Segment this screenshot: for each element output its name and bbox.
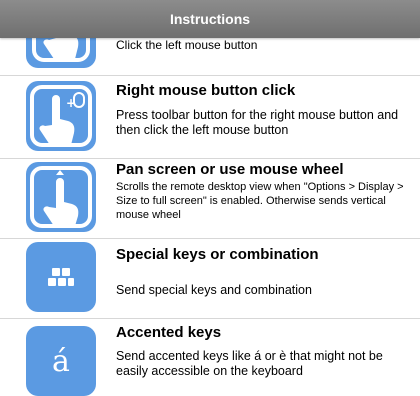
title-bar: Instructions xyxy=(0,0,420,38)
item-description: Send special keys and combination xyxy=(116,283,312,297)
accented-keys-icon: á xyxy=(26,326,96,396)
item-title: Special keys or combination xyxy=(116,246,319,263)
right-mouse-click-icon: + xyxy=(26,81,96,151)
list-item: Pan screen or use mouse wheel Scrolls th… xyxy=(0,158,420,239)
list-item: Special keys or combination Send special… xyxy=(0,238,420,319)
special-keys-icon xyxy=(26,242,96,312)
list-item: + Right mouse button click Press toolbar… xyxy=(0,75,420,159)
item-description: Click the left mouse button xyxy=(116,38,258,52)
item-description: Press toolbar button for the right mouse… xyxy=(116,108,399,137)
accent-glyph: á xyxy=(52,343,70,379)
item-title: Accented keys xyxy=(116,324,222,341)
item-description: Send accented keys like á or è that migh… xyxy=(116,349,383,378)
item-title: Right mouse button click xyxy=(116,82,296,99)
page-title: Instructions xyxy=(169,11,251,27)
item-description: Scrolls the remote desktop view when "Op… xyxy=(116,181,404,221)
list-item: á Accented keys Send accented keys like … xyxy=(0,318,420,396)
item-title: Pan screen or use mouse wheel xyxy=(116,161,344,178)
pan-scroll-icon xyxy=(26,162,96,232)
